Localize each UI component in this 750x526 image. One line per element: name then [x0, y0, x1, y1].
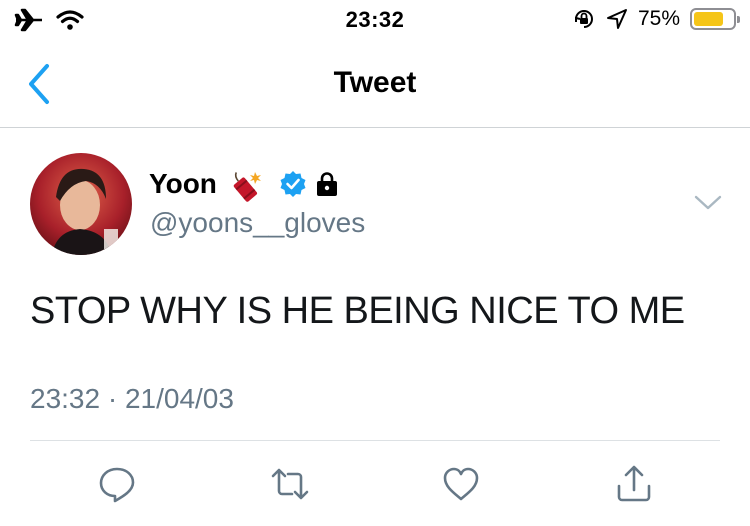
share-button[interactable]: [614, 464, 654, 504]
tweet-options-button[interactable]: [690, 190, 726, 214]
verified-badge-icon: [280, 171, 306, 197]
action-bar: [0, 460, 750, 510]
firecracker-emoji-icon: [233, 172, 261, 202]
tweet-timestamp: 23:32 · 21/04/03: [30, 383, 234, 414]
like-icon: [443, 467, 479, 501]
reply-icon: [99, 467, 135, 503]
author-name[interactable]: Yoon: [149, 168, 217, 200]
battery-percent: 75%: [637, 7, 680, 30]
avatar[interactable]: [30, 153, 132, 255]
retweet-button[interactable]: [270, 464, 310, 504]
battery-icon: [690, 8, 740, 30]
location-icon: [606, 9, 627, 29]
author-handle[interactable]: @yoons__gloves: [150, 207, 365, 239]
nav-bar: Tweet: [0, 40, 750, 128]
tweet-text: STOP WHY IS HE BEING NICE TO ME: [30, 290, 685, 332]
page-title: Tweet: [333, 66, 417, 99]
like-button[interactable]: [441, 464, 481, 504]
retweet-icon: [271, 468, 309, 500]
divider: [30, 440, 720, 441]
reply-button[interactable]: [97, 464, 137, 504]
chevron-down-icon: [694, 195, 722, 210]
battery-fill: [694, 12, 723, 26]
share-icon: [617, 465, 651, 502]
status-bar: 23:32 75%: [0, 0, 750, 40]
lock-icon: [316, 172, 337, 196]
status-right: 75%: [572, 7, 740, 31]
author-row: Yoon: [149, 166, 339, 202]
orientation-lock-icon: [574, 10, 593, 28]
